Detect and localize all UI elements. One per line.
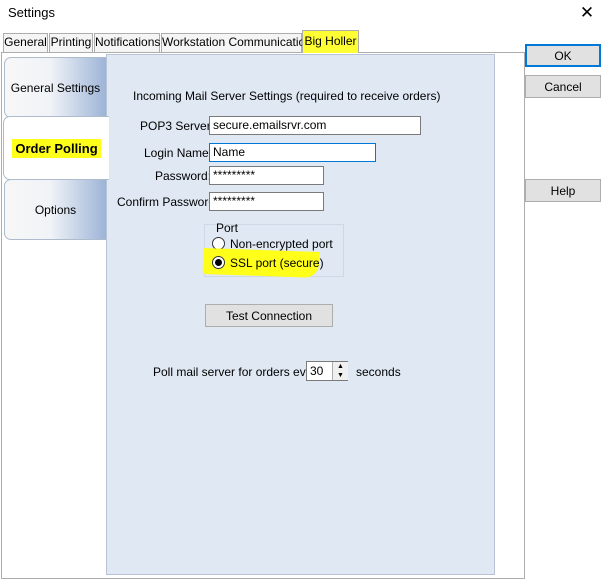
poll-suffix-label: seconds bbox=[356, 365, 401, 379]
pop3-label: POP3 Server: bbox=[140, 119, 215, 133]
tab-workstation-communication[interactable]: Workstation Communication bbox=[161, 33, 312, 52]
pop3-server-input[interactable]: secure.emailsrvr.com bbox=[209, 116, 421, 135]
title-bar: Settings ✕ bbox=[0, 0, 611, 30]
password-input[interactable]: ********* bbox=[209, 166, 324, 185]
chevron-down-icon[interactable]: ▼ bbox=[333, 371, 348, 380]
cancel-button[interactable]: Cancel bbox=[525, 75, 601, 98]
side-tab-options[interactable]: Options bbox=[4, 179, 107, 240]
side-tab-label: Options bbox=[34, 202, 77, 217]
close-icon[interactable]: ✕ bbox=[574, 1, 600, 25]
chevron-up-icon[interactable]: ▲ bbox=[333, 362, 348, 371]
tab-printing[interactable]: Printing bbox=[49, 33, 93, 52]
side-tab-order-polling[interactable]: Order Polling bbox=[3, 116, 109, 180]
radio-ssl-label[interactable]: SSL port (secure) bbox=[230, 256, 324, 270]
test-connection-button[interactable]: Test Connection bbox=[205, 304, 333, 327]
poll-interval-stepper[interactable]: 30 ▲ ▼ bbox=[306, 361, 348, 381]
mail-settings-heading: Incoming Mail Server Settings (required … bbox=[133, 89, 441, 103]
poll-prefix-label: Poll mail server for orders every bbox=[153, 365, 323, 379]
password-label: Password: bbox=[155, 169, 212, 183]
spin-buttons: ▲ ▼ bbox=[332, 362, 348, 380]
port-group-label: Port bbox=[216, 221, 239, 235]
window-title: Settings bbox=[8, 5, 55, 20]
login-name-input[interactable]: Name bbox=[209, 143, 376, 162]
confirm-password-label: Confirm Password: bbox=[117, 195, 219, 209]
side-tab-general-settings[interactable]: General Settings bbox=[4, 57, 107, 118]
radio-ssl-dot bbox=[215, 259, 222, 266]
login-name-label: Login Name: bbox=[144, 146, 213, 160]
tab-general[interactable]: General bbox=[3, 33, 48, 52]
tab-big-holler[interactable]: Big Holler bbox=[302, 30, 359, 53]
help-button[interactable]: Help bbox=[525, 179, 601, 202]
confirm-password-input[interactable]: ********* bbox=[209, 192, 324, 211]
tab-notifications[interactable]: Notifications bbox=[94, 33, 160, 52]
ok-button[interactable]: OK bbox=[525, 44, 601, 67]
side-tab-label: Order Polling bbox=[12, 138, 101, 158]
side-tab-label: General Settings bbox=[10, 80, 101, 95]
poll-interval-value[interactable]: 30 bbox=[310, 364, 323, 378]
radio-ssl[interactable] bbox=[212, 256, 225, 269]
